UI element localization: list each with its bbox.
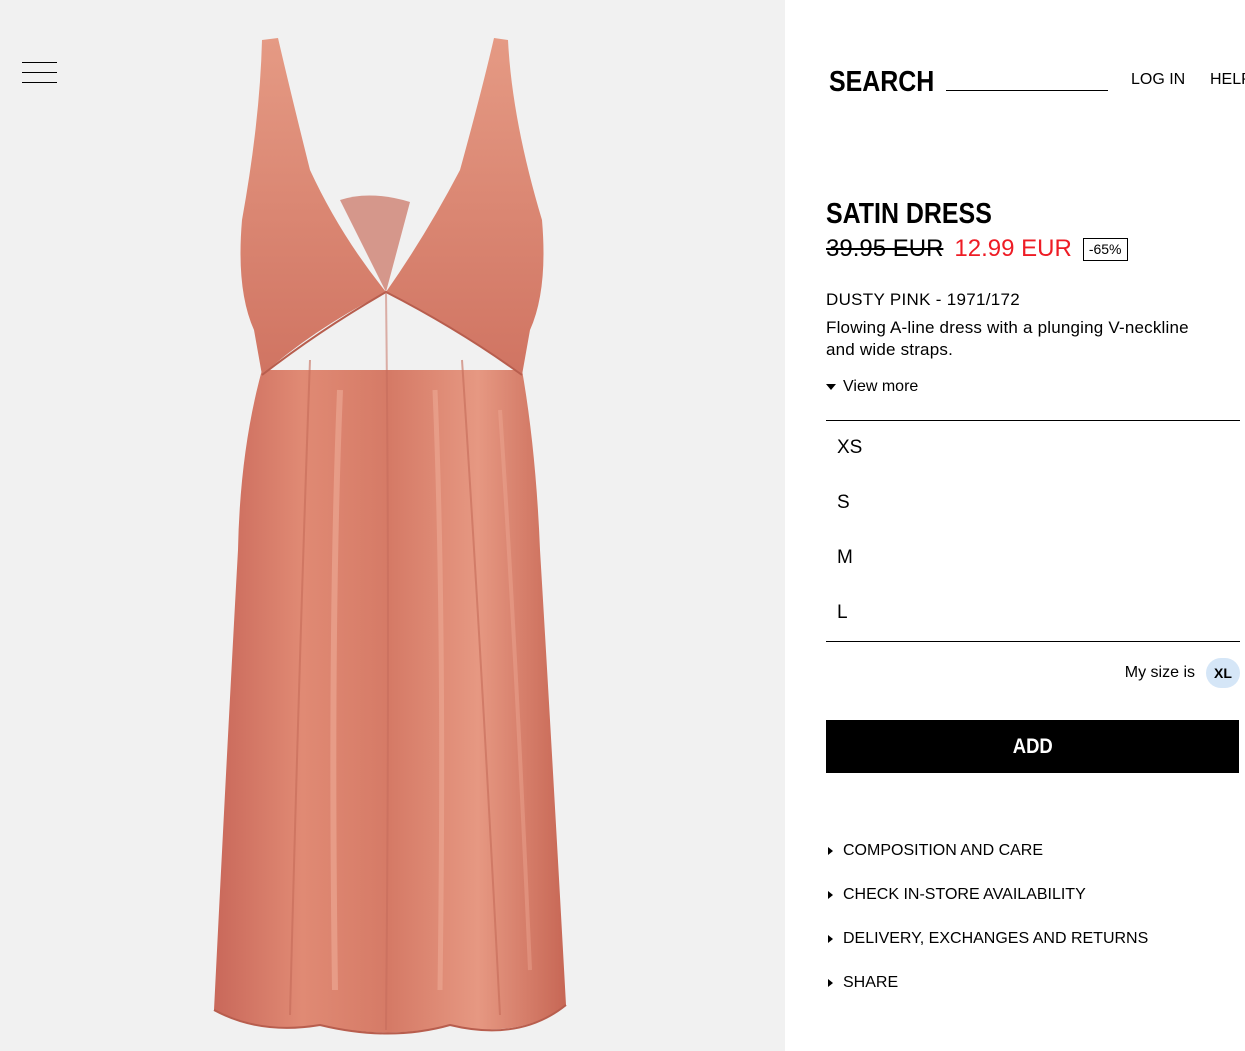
search-input[interactable] — [946, 68, 1108, 91]
view-more-label: View more — [843, 378, 919, 395]
old-price: 39.95 EUR — [826, 235, 944, 262]
composition-care-label: COMPOSITION AND CARE — [843, 842, 1044, 859]
color-reference: DUSTY PINK - 1971/172 — [826, 290, 1021, 309]
delivery-returns-label: DELIVERY, EXCHANGES AND RETURNS — [843, 930, 1149, 947]
size-selector: XS S M L — [826, 420, 1240, 642]
composition-care-link[interactable]: COMPOSITION AND CARE — [826, 829, 1148, 873]
size-option-s[interactable]: S — [837, 492, 850, 514]
product-title: SATIN DRESS — [826, 198, 992, 230]
size-option-m[interactable]: M — [837, 547, 853, 569]
add-button-label: ADD — [1012, 734, 1053, 758]
caret-right-icon — [828, 847, 833, 855]
size-option-l[interactable]: L — [837, 602, 848, 624]
sale-price: 12.99 EUR — [954, 235, 1072, 262]
help-link[interactable]: HELP — [1210, 71, 1245, 89]
add-to-cart-button[interactable]: ADD — [826, 720, 1239, 773]
caret-right-icon — [828, 935, 833, 943]
search-label[interactable]: SEARCH — [829, 64, 934, 100]
view-more-toggle[interactable]: View more — [826, 378, 918, 396]
share-label: SHARE — [843, 974, 899, 991]
hamburger-menu-icon[interactable] — [22, 62, 57, 84]
my-size-recommendation: My size is XL — [1125, 658, 1240, 688]
caret-right-icon — [828, 979, 833, 987]
caret-down-icon — [826, 384, 836, 390]
discount-badge: -65% — [1082, 237, 1128, 261]
product-image-panel — [0, 0, 785, 1051]
product-description: Flowing A-line dress with a plunging V-n… — [826, 318, 1189, 359]
login-link[interactable]: LOG IN — [1131, 71, 1185, 89]
product-page: SEARCH LOG IN HELP SATIN DRESS 39.95 EUR… — [0, 0, 1245, 1051]
info-links: COMPOSITION AND CARE CHECK IN-STORE AVAI… — [826, 829, 1148, 1005]
store-availability-link[interactable]: CHECK IN-STORE AVAILABILITY — [826, 873, 1148, 917]
delivery-returns-link[interactable]: DELIVERY, EXCHANGES AND RETURNS — [826, 917, 1148, 961]
caret-right-icon — [828, 891, 833, 899]
size-option-xs[interactable]: XS — [837, 437, 862, 459]
store-availability-label: CHECK IN-STORE AVAILABILITY — [843, 886, 1086, 903]
price-row: 39.95 EUR 12.99 EUR -65% — [826, 234, 1128, 264]
share-link[interactable]: SHARE — [826, 961, 1148, 1005]
product-image-dress[interactable] — [200, 30, 580, 1050]
my-size-badge[interactable]: XL — [1206, 658, 1240, 688]
my-size-label: My size is — [1124, 664, 1195, 681]
